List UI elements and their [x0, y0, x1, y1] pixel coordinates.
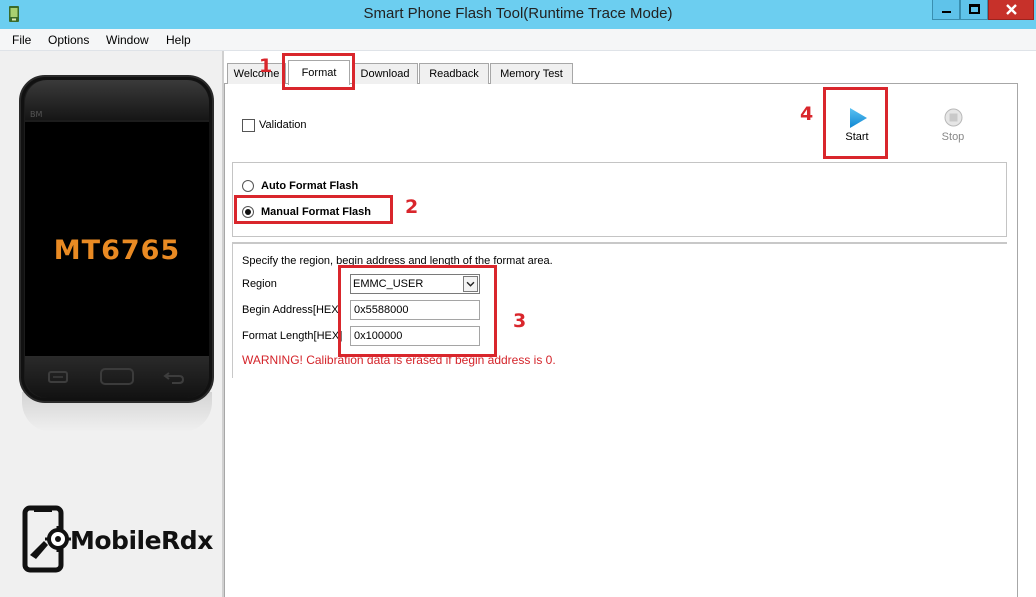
maximize-button[interactable]	[960, 0, 988, 20]
close-icon	[1006, 4, 1017, 15]
region-label: Region	[242, 278, 277, 290]
menu-window[interactable]: Window	[106, 33, 149, 47]
tab-memory-test[interactable]: Memory Test	[490, 63, 573, 84]
menu-file[interactable]: File	[12, 33, 31, 47]
mobilerdx-logo-icon	[22, 505, 71, 573]
annotation-number-3: 3	[513, 310, 527, 332]
tab-readback[interactable]: Readback	[419, 63, 489, 84]
stop-icon	[944, 108, 963, 127]
minimize-icon	[942, 11, 951, 13]
annotation-box-manual-format	[234, 195, 393, 224]
phone-brand: BM	[30, 110, 43, 119]
annotation-number-4: 4	[800, 103, 814, 125]
tab-format[interactable]: Format	[288, 60, 350, 85]
maximize-icon	[969, 4, 980, 14]
menu-bar	[0, 29, 1036, 51]
phone-menu-icon	[48, 371, 68, 383]
phone-back-icon	[163, 372, 185, 384]
annotation-box-region-fields	[338, 265, 497, 357]
menu-options[interactable]: Options	[48, 33, 89, 47]
mobilerdx-logo-text: MobileRdx	[70, 526, 213, 555]
begin-address-label: Begin Address[HEX]	[242, 304, 342, 316]
tab-download[interactable]: Download	[352, 63, 418, 84]
chip-label: MT6765	[53, 235, 181, 266]
auto-format-radio[interactable]	[242, 180, 254, 192]
minimize-button[interactable]	[932, 0, 960, 20]
validation-checkbox[interactable]	[242, 119, 255, 132]
validation-label: Validation	[259, 119, 307, 131]
format-length-label: Format Length[HEX]	[242, 330, 343, 342]
close-button[interactable]	[988, 0, 1034, 20]
annotation-number-1: 1	[259, 55, 273, 77]
stop-button-label: Stop	[941, 131, 965, 143]
tab-welcome[interactable]: Welcome	[227, 63, 286, 84]
menu-help[interactable]: Help	[166, 33, 191, 47]
phone-home-icon	[100, 368, 134, 385]
annotation-box-start-button	[823, 87, 888, 159]
phone-top-bezel	[25, 80, 209, 120]
auto-format-label: Auto Format Flash	[261, 180, 359, 192]
window-title: Smart Phone Flash Tool(Runtime Trace Mod…	[363, 5, 673, 22]
annotation-number-2: 2	[405, 196, 419, 218]
